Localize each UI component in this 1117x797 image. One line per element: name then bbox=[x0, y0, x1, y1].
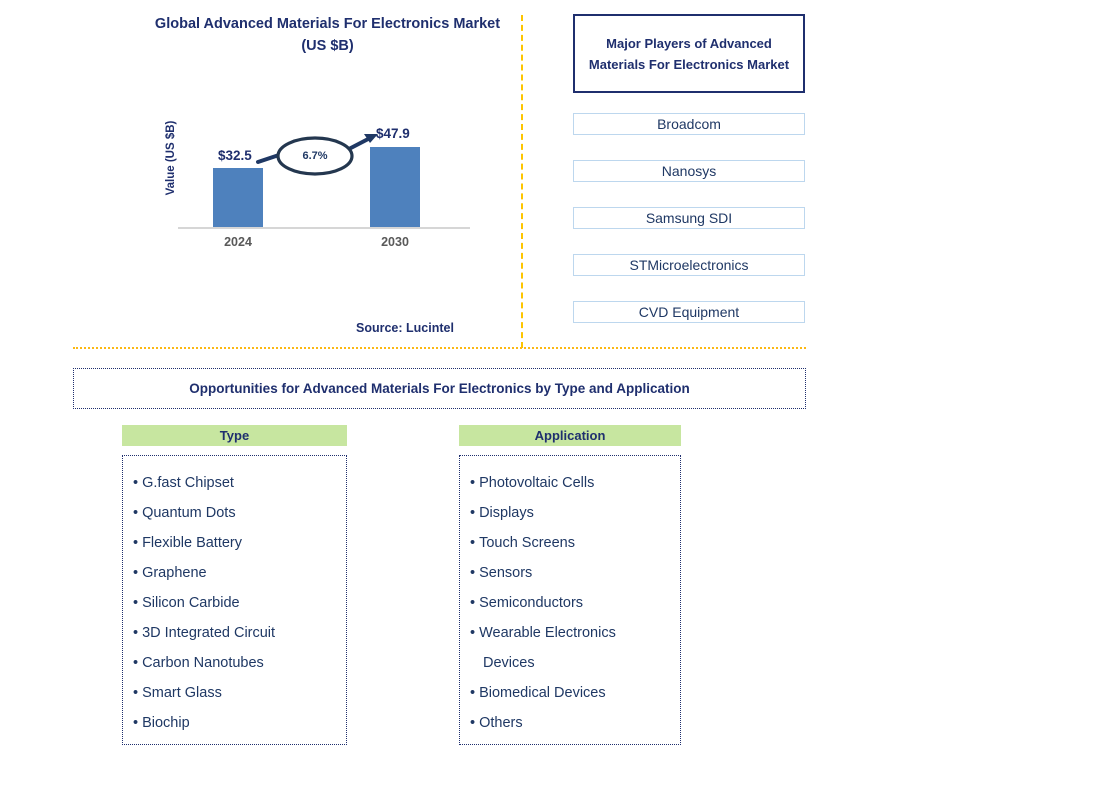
player-item-samsung-sdi[interactable]: Samsung SDI bbox=[573, 207, 805, 229]
opportunities-banner: Opportunities for Advanced Materials For… bbox=[73, 368, 806, 409]
bullet-icon: • bbox=[470, 565, 476, 581]
column-header-application: Application bbox=[459, 425, 681, 446]
source-label: Source: Lucintel bbox=[356, 321, 454, 335]
list-item: • Others bbox=[470, 708, 680, 738]
list-item-label: Wearable Electronics bbox=[479, 625, 616, 641]
list-item: • Flexible Battery bbox=[133, 528, 346, 558]
bullet-icon: • bbox=[133, 475, 139, 491]
list-item-label: Carbon Nanotubes bbox=[142, 655, 264, 671]
bullet-icon: • bbox=[470, 715, 476, 731]
cagr-value: 6.7% bbox=[302, 150, 328, 162]
list-item: • Silicon Carbide bbox=[133, 588, 346, 618]
list-item-label: Silicon Carbide bbox=[142, 595, 240, 611]
list-item: • Biomedical Devices bbox=[470, 678, 680, 708]
application-list: • Photovoltaic Cells • Displays • Touch Scr… bbox=[459, 455, 681, 745]
x-axis-baseline bbox=[178, 227, 470, 229]
type-list: • G.fast Chipset • Quantum Dots • Flexible … bbox=[122, 455, 347, 745]
list-item: • Wearable Electronics bbox=[470, 618, 680, 648]
bullet-icon: • bbox=[470, 475, 476, 491]
bullet-icon: • bbox=[470, 535, 476, 551]
list-item-label: Biomedical Devices bbox=[479, 685, 606, 701]
list-item-label: Flexible Battery bbox=[142, 535, 243, 551]
list-item: • Graphene bbox=[133, 558, 346, 588]
list-item-label: Biochip bbox=[142, 715, 190, 731]
list-item-label: Others bbox=[479, 715, 523, 731]
bullet-icon: • bbox=[470, 505, 476, 521]
list-item: • Semiconductors bbox=[470, 588, 680, 618]
bar-chart: Value (US $B) $32.5 $47.9 2024 2030 6.7% bbox=[150, 110, 510, 260]
x-tick-2030: 2030 bbox=[381, 235, 409, 249]
bullet-icon: • bbox=[133, 565, 139, 581]
player-item-stmicroelectronics[interactable]: STMicroelectronics bbox=[573, 254, 805, 276]
bullet-icon: • bbox=[133, 655, 139, 671]
bar-value-2024: $32.5 bbox=[218, 148, 252, 163]
bullet-icon: • bbox=[133, 535, 139, 551]
bullet-icon: • bbox=[470, 595, 476, 611]
player-label: Samsung SDI bbox=[645, 210, 733, 226]
bullet-icon: • bbox=[133, 505, 139, 521]
player-label: STMicroelectronics bbox=[629, 257, 749, 273]
bullet-icon: • bbox=[470, 685, 476, 701]
list-item: • G.fast Chipset bbox=[133, 468, 346, 498]
x-tick-2024: 2024 bbox=[224, 235, 252, 249]
major-players-header: Major Players of Advanced Materials For … bbox=[573, 14, 805, 93]
list-item: • 3D Integrated Circuit bbox=[133, 618, 346, 648]
player-label: Broadcom bbox=[657, 116, 721, 132]
column-header-type: Type bbox=[122, 425, 347, 446]
list-item-label: Photovoltaic Cells bbox=[479, 475, 595, 491]
list-item-continuation: Devices bbox=[470, 648, 680, 678]
type-list-items: • G.fast Chipset • Quantum Dots • Flexible … bbox=[133, 468, 346, 738]
list-item-label: Sensors bbox=[479, 565, 533, 581]
application-list-items: • Photovoltaic Cells • Displays • Touch Scr… bbox=[470, 468, 680, 738]
y-axis-label: Value (US $B) bbox=[165, 120, 177, 196]
chart-title: Global Advanced Materials For Electronic… bbox=[154, 16, 501, 54]
player-item-cvd-equipment[interactable]: CVD Equipment bbox=[573, 301, 805, 323]
player-label: CVD Equipment bbox=[638, 304, 740, 320]
horizontal-divider bbox=[73, 347, 806, 349]
bar-value-2030: $47.9 bbox=[376, 126, 410, 141]
list-item: • Quantum Dots bbox=[133, 498, 346, 528]
bullet-icon: • bbox=[133, 595, 139, 611]
list-item: • Photovoltaic Cells bbox=[470, 468, 680, 498]
list-item-label: 3D Integrated Circuit bbox=[142, 625, 276, 641]
list-item: • Biochip bbox=[133, 708, 346, 738]
bullet-icon: • bbox=[133, 685, 139, 701]
list-item: • Displays bbox=[470, 498, 680, 528]
infographic-root: Global Advanced Materials For Electronic… bbox=[0, 0, 1117, 797]
list-item-label: Graphene bbox=[142, 565, 207, 581]
list-item: • Smart Glass bbox=[133, 678, 346, 708]
vertical-divider bbox=[521, 15, 523, 348]
player-item-nanosys[interactable]: Nanosys bbox=[573, 160, 805, 182]
player-item-broadcom[interactable]: Broadcom bbox=[573, 113, 805, 135]
list-item-label: Displays bbox=[479, 505, 534, 521]
list-item: • Sensors bbox=[470, 558, 680, 588]
list-item: • Carbon Nanotubes bbox=[133, 648, 346, 678]
bullet-icon: • bbox=[470, 625, 476, 641]
list-item-label: Smart Glass bbox=[142, 685, 222, 701]
player-label: Nanosys bbox=[661, 163, 717, 179]
list-item-label: Quantum Dots bbox=[142, 505, 236, 521]
list-item-label: Devices bbox=[483, 655, 535, 671]
list-item-label: G.fast Chipset bbox=[142, 475, 234, 491]
list-item-label: Semiconductors bbox=[479, 595, 584, 611]
bullet-icon: • bbox=[133, 715, 139, 731]
list-item-label: Touch Screens bbox=[479, 535, 575, 551]
list-item: • Touch Screens bbox=[470, 528, 680, 558]
bar-2030 bbox=[370, 147, 420, 227]
bullet-icon: • bbox=[133, 625, 139, 641]
bar-2024 bbox=[213, 168, 263, 227]
